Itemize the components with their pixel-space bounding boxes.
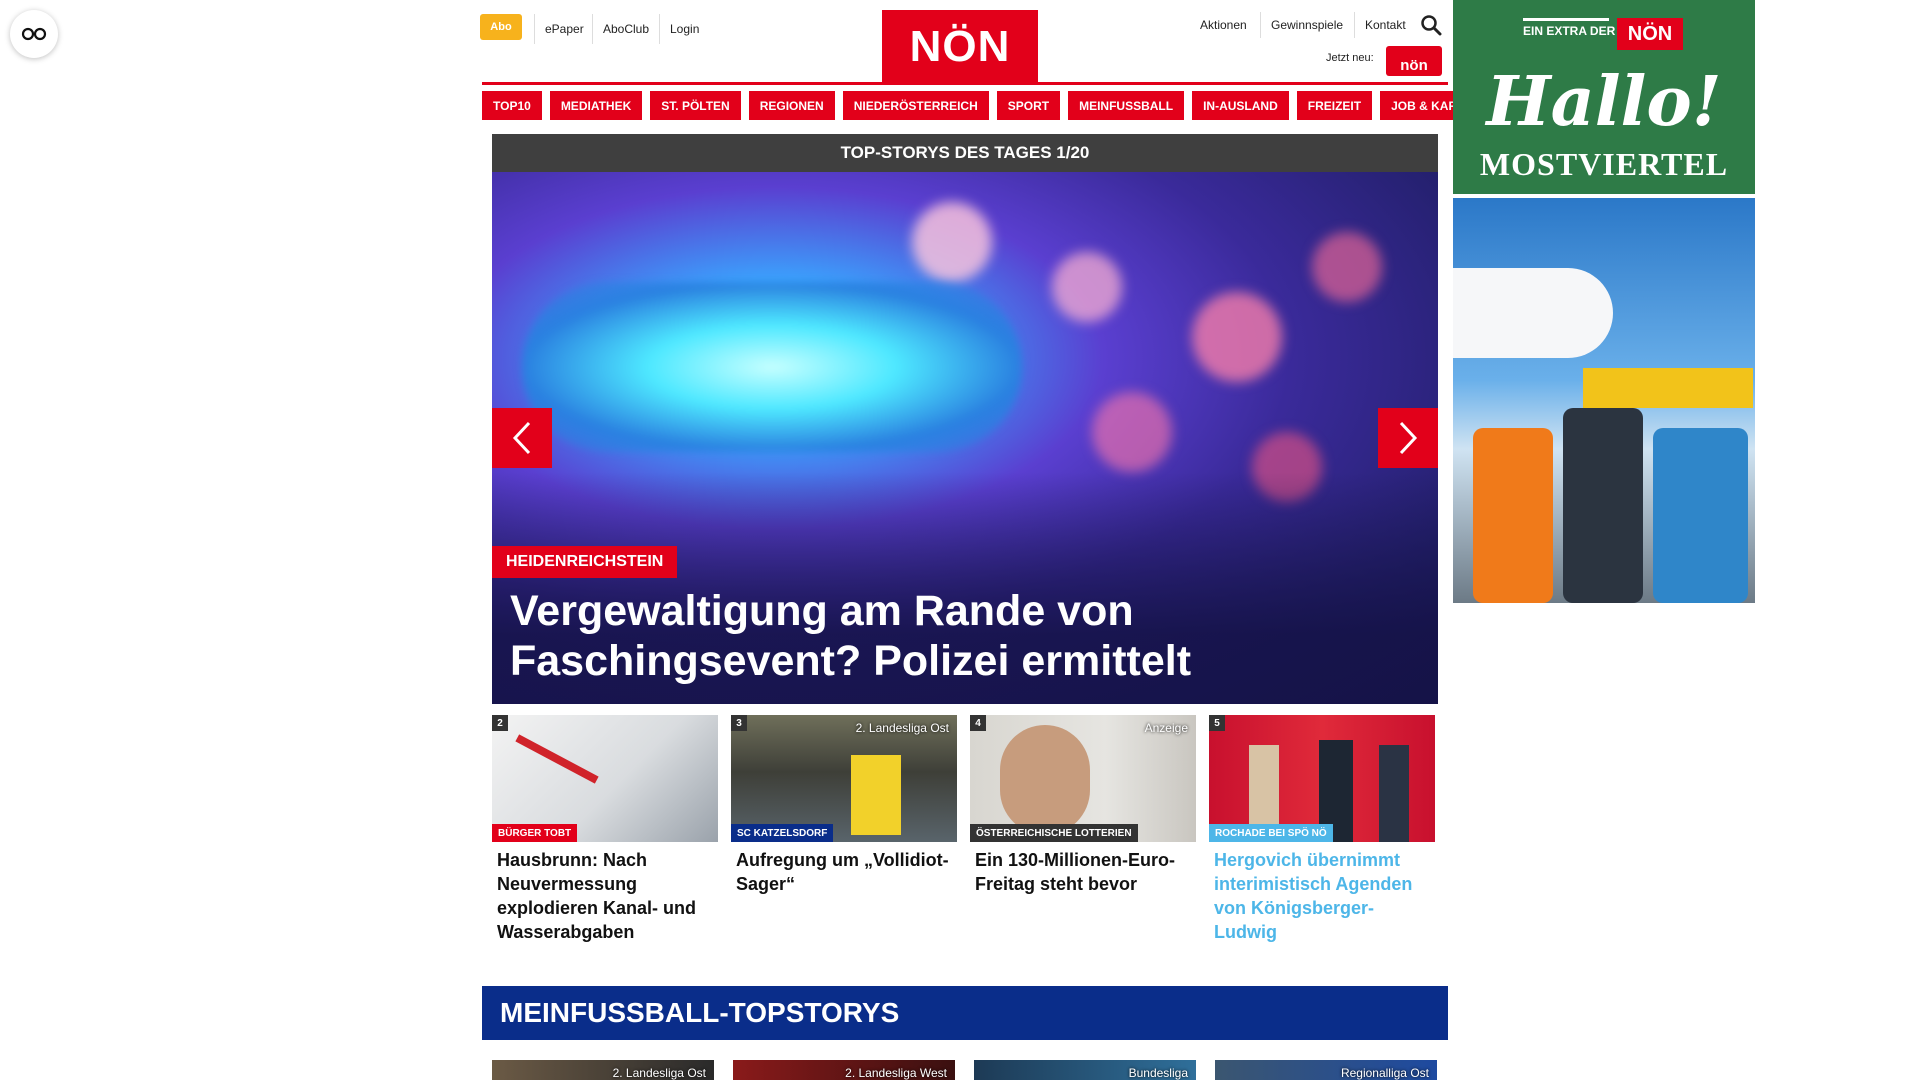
- kontakt-link[interactable]: Kontakt: [1354, 12, 1416, 38]
- hero-category-tag[interactable]: HEIDENREICHSTEIN: [492, 546, 678, 578]
- story-image: 5 ROCHADE BEI SPÖ NÖ: [1209, 715, 1435, 842]
- epaper-link[interactable]: ePaper: [534, 14, 594, 44]
- fussball-card[interactable]: Regionalliga Ost: [1215, 1060, 1437, 1080]
- noen-weekly-logo[interactable]: nön: [1386, 46, 1442, 76]
- fussball-card-overline: Bundesliga: [1128, 1066, 1188, 1080]
- story-overline: 2. Landesliga Ost: [855, 721, 949, 735]
- story-card[interactable]: 3 2. Landesliga Ost SC KATZELSDORF Aufre…: [731, 715, 957, 896]
- fussball-card-overline: Regionalliga Ost: [1340, 1066, 1429, 1080]
- noen-weekly-logo-text: nön: [1400, 57, 1428, 74]
- noen-logo[interactable]: NÖN: [882, 10, 1038, 84]
- bokeh-light: [1192, 292, 1282, 382]
- story-tag: ROCHADE BEI SPÖ NÖ: [1209, 824, 1333, 842]
- glasses-icon: [21, 27, 47, 41]
- story-tag: BÜRGER TOBT: [492, 824, 578, 842]
- nav-top10[interactable]: TOP10: [482, 91, 542, 120]
- nav-st-poelten[interactable]: ST. PÖLTEN: [650, 91, 741, 120]
- story-number: 4: [970, 715, 986, 731]
- story-title[interactable]: Hergovich übernimmt interimistisch Agend…: [1209, 848, 1435, 944]
- hero-next-button[interactable]: [1378, 408, 1438, 468]
- story-title[interactable]: Ein 130-Millionen-Euro-Freitag steht bev…: [970, 848, 1196, 896]
- aktionen-link[interactable]: Aktionen: [1190, 12, 1257, 38]
- story-number: 2: [492, 715, 508, 731]
- nav-meinfussball[interactable]: MEINFUSSBALL: [1068, 91, 1185, 120]
- story-card[interactable]: 4 Anzeige ÖSTERREICHISCHE LOTTERIEN Ein …: [970, 715, 1196, 896]
- story-image: 4 Anzeige ÖSTERREICHISCHE LOTTERIEN: [970, 715, 1196, 842]
- suitcase-shape: [1563, 408, 1643, 603]
- story-card[interactable]: 5 ROCHADE BEI SPÖ NÖ Hergovich übernimmt…: [1209, 715, 1435, 944]
- main-nav: TOP10 MEDIATHEK ST. PÖLTEN REGIONEN NIED…: [482, 91, 1505, 120]
- bokeh-light: [1092, 392, 1172, 472]
- person-shape: [1379, 745, 1409, 842]
- aboclub-link[interactable]: AboClub: [592, 14, 659, 44]
- header-divider: [482, 82, 1448, 85]
- story-number: 5: [1209, 715, 1225, 731]
- airport-vehicle: [1583, 368, 1753, 408]
- chevron-right-icon: [1399, 421, 1418, 455]
- ad-hallo-text: Hallo!: [1486, 62, 1722, 142]
- story-image: 3 2. Landesliga Ost SC KATZELSDORF: [731, 715, 957, 842]
- story-tag: ÖSTERREICHISCHE LOTTERIEN: [970, 824, 1138, 842]
- ad-noen-logo: NÖN: [1617, 18, 1683, 50]
- nav-mediathek[interactable]: MEDIATHEK: [549, 91, 643, 120]
- nav-regionen[interactable]: REGIONEN: [748, 91, 835, 120]
- ad-image[interactable]: [1453, 198, 1755, 603]
- story-number: 3: [731, 715, 747, 731]
- fussball-card[interactable]: 2. Landesliga Ost: [492, 1060, 714, 1080]
- fussball-card[interactable]: Bundesliga: [974, 1060, 1196, 1080]
- story-title[interactable]: Hausbrunn: Nach Neuvermessung explodiere…: [492, 848, 718, 944]
- story-overline: Anzeige: [1144, 721, 1188, 735]
- search-icon[interactable]: [1420, 14, 1442, 36]
- reader-mode-button[interactable]: [10, 10, 58, 58]
- fussball-card-overline: 2. Landesliga Ost: [612, 1066, 706, 1080]
- suitcase-shape: [1473, 428, 1553, 603]
- airplane-shape: [1453, 268, 1613, 358]
- bokeh-light: [1052, 252, 1122, 322]
- ad-extra-text: EIN EXTRA DER: [1523, 24, 1616, 38]
- story-tag: SC KATZELSDORF: [731, 824, 834, 842]
- topstories-header: TOP-STORYS DES TAGES 1/20: [492, 134, 1438, 172]
- bokeh-light: [912, 202, 992, 282]
- nav-sport[interactable]: SPORT: [996, 91, 1061, 120]
- story-title[interactable]: Aufregung um „Vollidiot-Sager“: [731, 848, 957, 896]
- fussball-card[interactable]: 2. Landesliga West: [733, 1060, 955, 1080]
- police-light: [522, 282, 1022, 452]
- hero-prev-button[interactable]: [492, 408, 552, 468]
- nav-niederoesterreich[interactable]: NIEDERÖSTERREICH: [842, 91, 989, 120]
- chevron-left-icon: [512, 421, 531, 455]
- login-link[interactable]: Login: [659, 14, 709, 44]
- meinfussball-header[interactable]: MEINFUSSBALL-TOPSTORYS: [482, 986, 1448, 1040]
- pencil-shape: [515, 734, 599, 784]
- jetzt-neu-label: Jetzt neu:: [1326, 52, 1374, 64]
- player-jersey: [851, 755, 901, 835]
- person-shape: [1000, 725, 1090, 835]
- suitcase-shape: [1653, 428, 1748, 603]
- story-image: 2 BÜRGER TOBT: [492, 715, 718, 842]
- nav-in-ausland[interactable]: IN-AUSLAND: [1192, 91, 1289, 120]
- hero-headline[interactable]: Vergewaltigung am Rande von Faschingseve…: [510, 586, 1410, 686]
- bokeh-light: [1312, 232, 1382, 302]
- gewinnspiele-link[interactable]: Gewinnspiele: [1260, 12, 1353, 38]
- abo-button[interactable]: Abo: [480, 14, 522, 40]
- story-card[interactable]: 2 BÜRGER TOBT Hausbrunn: Nach Neuvermess…: [492, 715, 718, 944]
- fussball-card-overline: 2. Landesliga West: [845, 1066, 947, 1080]
- ad-region-text: MOSTVIERTEL: [1479, 146, 1729, 182]
- ad-divider: [1523, 18, 1609, 21]
- nav-freizeit[interactable]: FREIZEIT: [1296, 91, 1373, 120]
